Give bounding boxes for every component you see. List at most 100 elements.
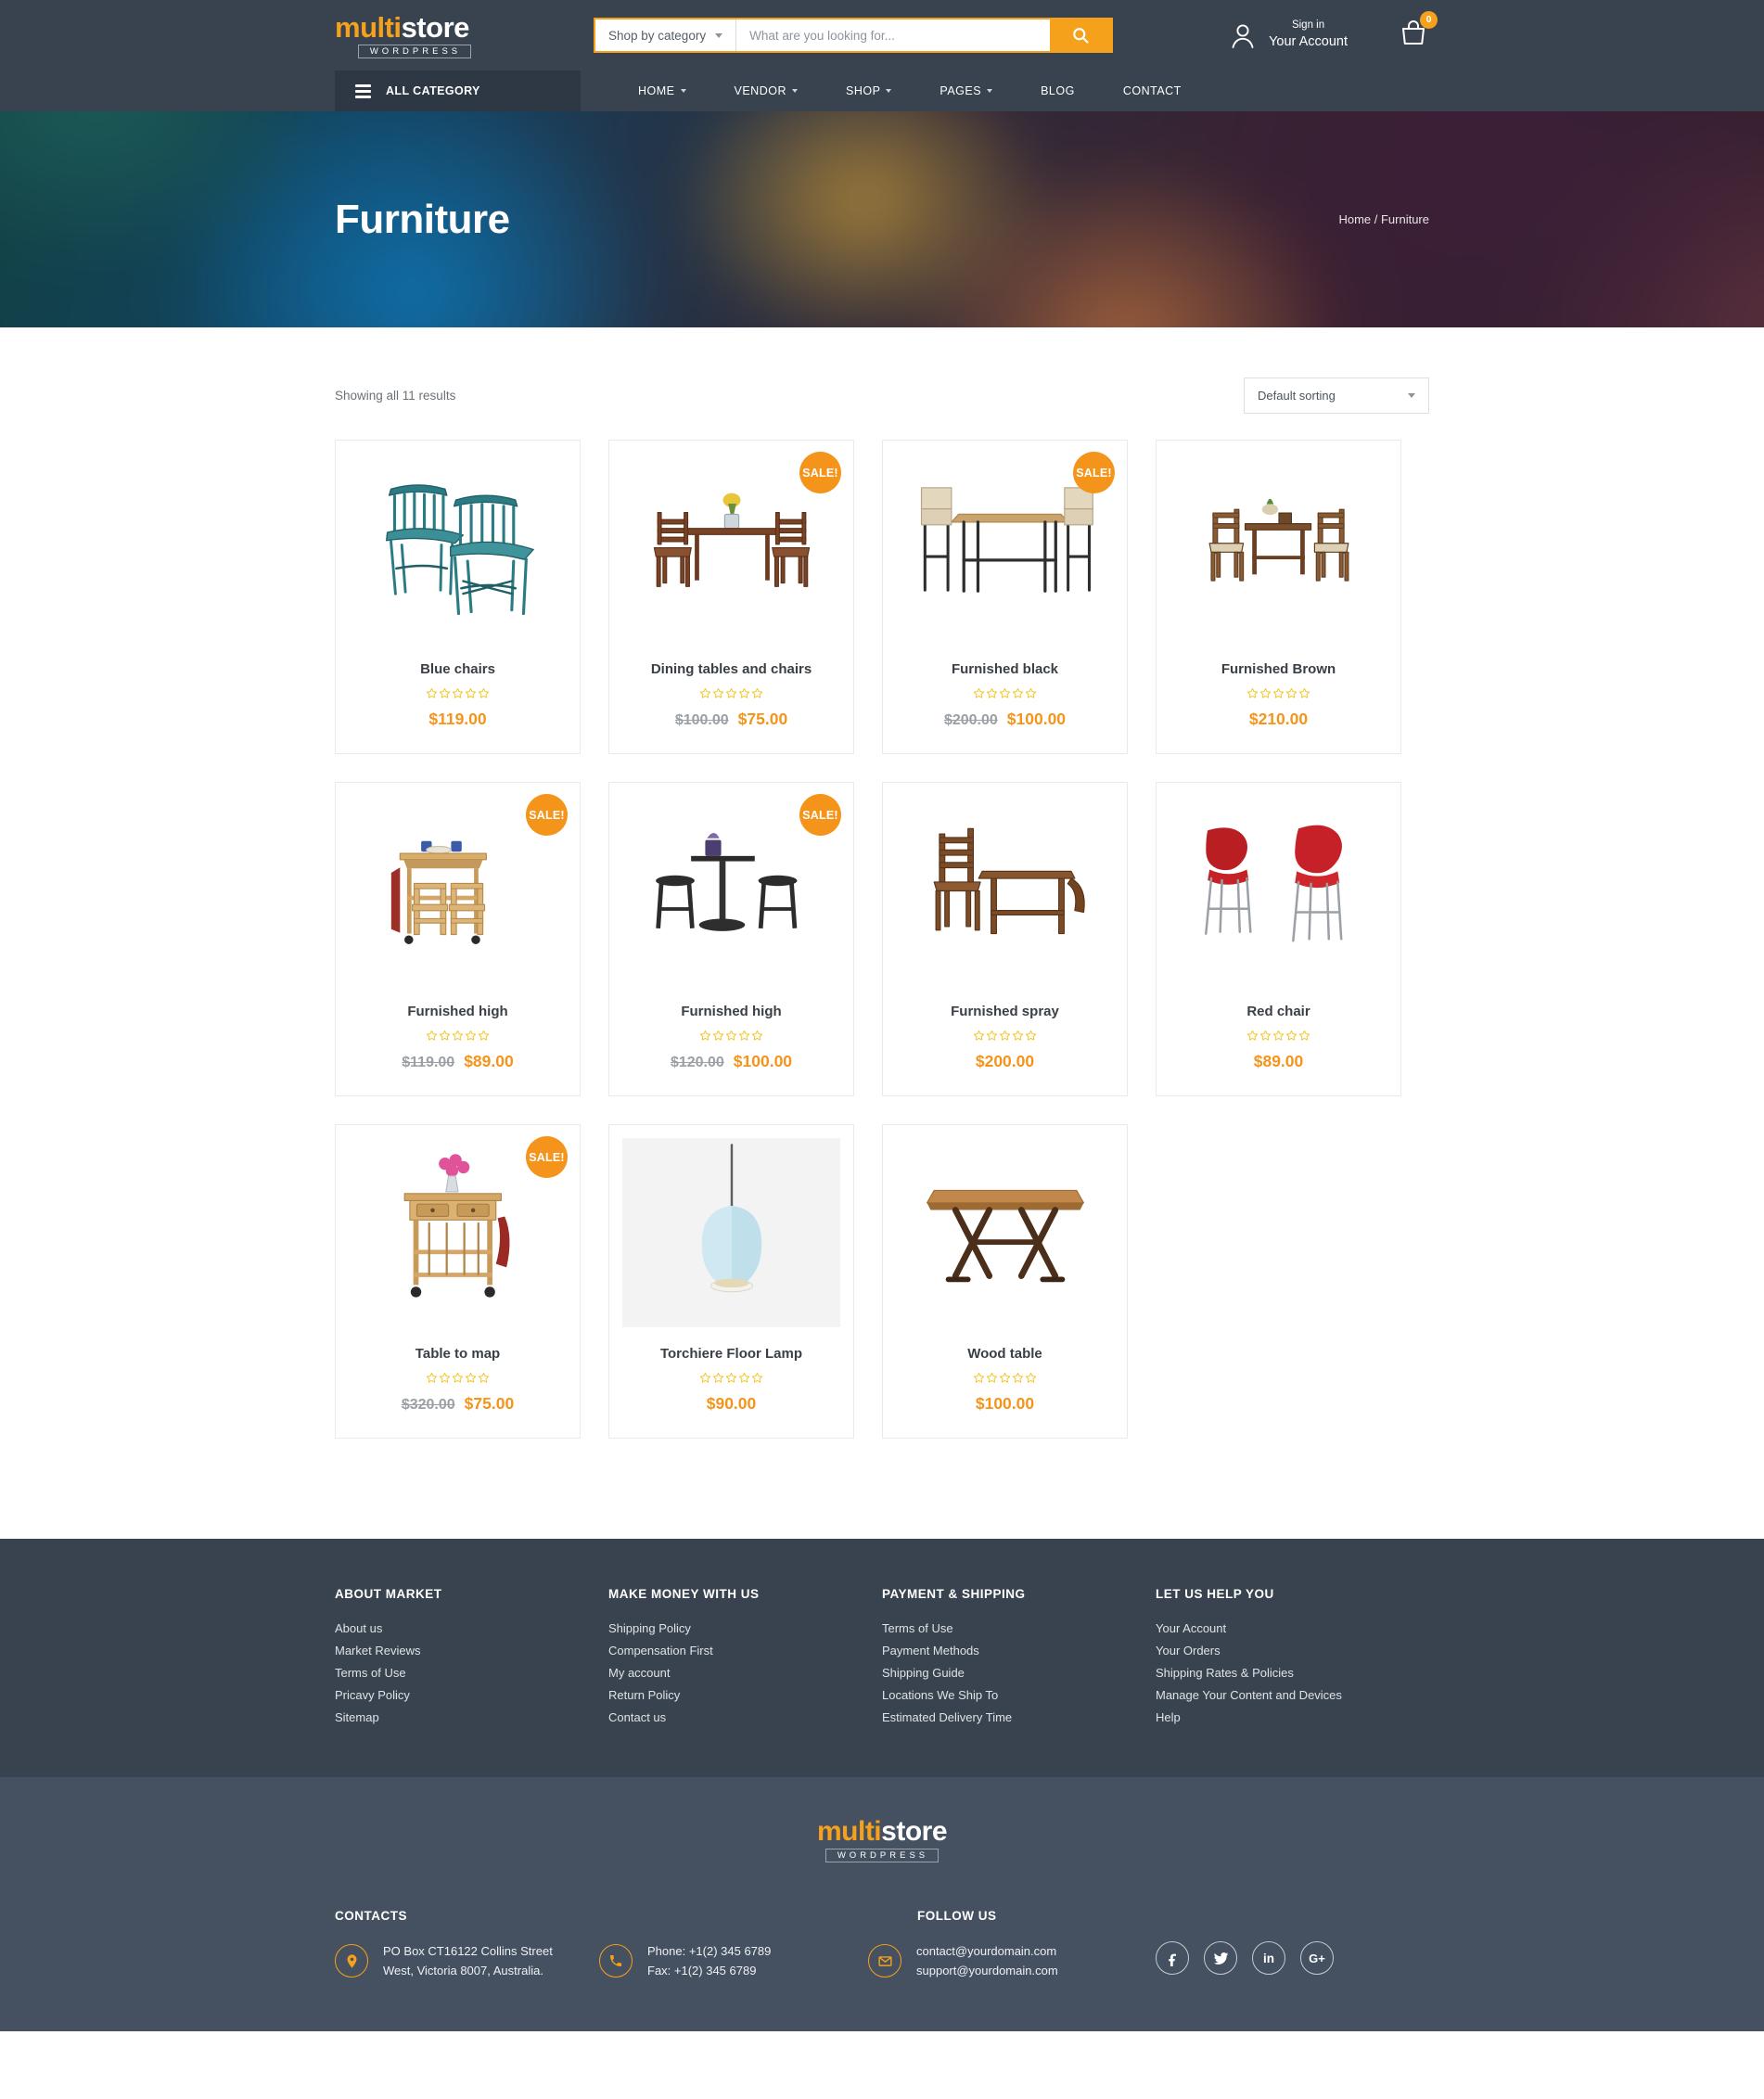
footer-link[interactable]: Manage Your Content and Devices: [1156, 1688, 1429, 1702]
results-count: Showing all 11 results: [335, 389, 456, 403]
envelope-icon: [868, 1944, 901, 1978]
product-old-price: $320.00: [401, 1397, 455, 1413]
footer-link[interactable]: Shipping Rates & Policies: [1156, 1666, 1429, 1680]
rating-stars: [892, 1372, 1118, 1384]
product-card[interactable]: Torchiere Floor Lamp $90.00: [608, 1124, 854, 1439]
product-card[interactable]: Wood table $100.00: [882, 1124, 1128, 1439]
product-card[interactable]: SALE! Furnished black $200.00 $100.00: [882, 440, 1128, 754]
star-icon: [999, 1372, 1011, 1383]
footer-bottom-section: multistore WORDPRESS CONTACTS FOLLOW US …: [0, 1777, 1764, 2031]
product-card[interactable]: SALE! Dining tables and chairs $100.00 $…: [608, 440, 854, 754]
product-title[interactable]: Blue chairs: [345, 661, 570, 677]
product-card[interactable]: SALE! Furnished high $119.00 $89.00: [335, 782, 581, 1096]
product-pricing: $320.00 $75.00: [345, 1394, 570, 1414]
product-price: $75.00: [737, 710, 788, 728]
logo-text-primary: multi: [335, 10, 402, 44]
footer-link[interactable]: Your Account: [1156, 1621, 1429, 1635]
product-image[interactable]: [883, 1125, 1127, 1340]
rating-stars: [619, 1030, 844, 1042]
linkedin-icon[interactable]: in: [1252, 1941, 1285, 1975]
product-price: $100.00: [1006, 710, 1067, 728]
chevron-down-icon: [680, 89, 686, 93]
product-card[interactable]: Furnished spray $200.00: [882, 782, 1128, 1096]
search-bar: Shop by category: [594, 18, 1113, 53]
product-title[interactable]: Torchiere Floor Lamp: [619, 1346, 844, 1362]
twitter-icon[interactable]: [1204, 1941, 1237, 1975]
product-card[interactable]: Red chair $89.00: [1156, 782, 1401, 1096]
product-title[interactable]: Furnished Brown: [1166, 661, 1391, 677]
product-title[interactable]: Table to map: [345, 1346, 570, 1362]
logo-subtitle: WORDPRESS: [358, 44, 471, 58]
footer-link[interactable]: Your Orders: [1156, 1644, 1429, 1657]
googleplus-icon[interactable]: G+: [1300, 1941, 1334, 1975]
footer-link[interactable]: Estimated Delivery Time: [882, 1710, 1156, 1724]
footer-link[interactable]: Market Reviews: [335, 1644, 608, 1657]
star-icon: [738, 1372, 750, 1383]
star-icon: [1272, 1030, 1285, 1041]
nav-item-pages[interactable]: PAGES: [915, 70, 1016, 111]
rating-stars: [345, 687, 570, 699]
footer-link[interactable]: Compensation First: [608, 1644, 882, 1657]
footer-column-heading: ABOUT MARKET: [335, 1587, 442, 1601]
search-input[interactable]: [736, 19, 1050, 51]
search-icon: [1073, 28, 1089, 44]
product-title[interactable]: Furnished high: [619, 1004, 844, 1019]
product-title[interactable]: Furnished spray: [892, 1004, 1118, 1019]
product-card[interactable]: SALE! Table to map $320.00 $75.00: [335, 1124, 581, 1439]
nav-item-blog[interactable]: BLOG: [1016, 70, 1099, 111]
nav-item-label: SHOP: [845, 84, 881, 97]
footer-column: ABOUT MARKET About us Market Reviews Terms …: [335, 1587, 608, 1733]
site-header: multistore WORDPRESS Shop by category Wh…: [0, 0, 1764, 70]
footer-column-heading: MAKE MONEY WITH US: [608, 1587, 760, 1601]
footer-link[interactable]: Locations We Ship To: [882, 1688, 1156, 1702]
product-image[interactable]: [622, 1138, 840, 1327]
footer-link[interactable]: Payment Methods: [882, 1644, 1156, 1657]
nav-item-shop[interactable]: SHOP: [822, 70, 915, 111]
product-image[interactable]: [336, 441, 580, 656]
category-select[interactable]: Shop by category: [595, 19, 737, 51]
product-title[interactable]: Furnished high: [345, 1004, 570, 1019]
search-button[interactable]: [1050, 19, 1111, 51]
product-title[interactable]: Wood table: [892, 1346, 1118, 1362]
footer-link[interactable]: About us: [335, 1621, 608, 1635]
footer-link[interactable]: Shipping Guide: [882, 1666, 1156, 1680]
footer-link[interactable]: Terms of Use: [335, 1666, 608, 1680]
product-card[interactable]: Blue chairs $119.00: [335, 440, 581, 754]
footer-link[interactable]: Return Policy: [608, 1688, 882, 1702]
sorting-select[interactable]: Default sorting: [1244, 378, 1429, 414]
nav-item-contact[interactable]: CONTACT: [1099, 70, 1206, 111]
footer-link[interactable]: Contact us: [608, 1710, 882, 1724]
product-title[interactable]: Furnished black: [892, 661, 1118, 677]
product-card[interactable]: Furnished Brown $210.00: [1156, 440, 1401, 754]
footer-logo[interactable]: multistore WORDPRESS: [0, 1818, 1764, 1862]
all-category-button[interactable]: ALL CATEGORY: [335, 70, 581, 111]
product-pricing: $100.00 $75.00: [619, 710, 844, 729]
footer-link[interactable]: Help: [1156, 1710, 1429, 1724]
product-title[interactable]: Red chair: [1166, 1004, 1391, 1019]
facebook-icon[interactable]: [1156, 1941, 1189, 1975]
sale-badge: SALE!: [526, 794, 568, 836]
account-link[interactable]: Sign in Your Account: [1229, 19, 1348, 51]
site-logo[interactable]: multistore WORDPRESS: [335, 13, 506, 58]
footer-link[interactable]: Shipping Policy: [608, 1621, 882, 1635]
footer-link[interactable]: Terms of Use: [882, 1621, 1156, 1635]
nav-item-home[interactable]: HOME: [614, 70, 710, 111]
product-title[interactable]: Dining tables and chairs: [619, 661, 844, 677]
product-price: $89.00: [464, 1052, 514, 1070]
social-links: in G+: [1156, 1941, 1334, 1975]
product-image[interactable]: [1157, 441, 1400, 656]
footer-link[interactable]: Sitemap: [335, 1710, 608, 1724]
product-image[interactable]: [1157, 783, 1400, 998]
category-select-label: Shop by category: [608, 28, 707, 43]
cart-button[interactable]: 0: [1398, 10, 1438, 54]
product-card[interactable]: SALE! Furnished high $120.00 $100.00: [608, 782, 854, 1096]
product-pricing: $119.00: [345, 710, 570, 729]
product-image[interactable]: [883, 783, 1127, 998]
phone-icon: [599, 1944, 633, 1978]
footer-link[interactable]: My account: [608, 1666, 882, 1680]
footer-link[interactable]: Pricavy Policy: [335, 1688, 608, 1702]
chevron-down-icon: [715, 32, 723, 38]
nav-item-vendor[interactable]: VENDOR: [710, 70, 822, 111]
rating-stars: [1166, 687, 1391, 699]
star-icon: [478, 1030, 490, 1041]
